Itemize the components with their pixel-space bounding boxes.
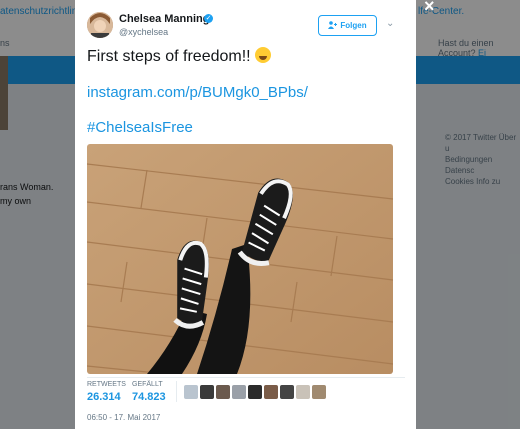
follow-label: Folgen: [340, 21, 367, 30]
liker-avatar[interactable]: [280, 385, 294, 399]
tweet-text: First steps of freedom!!: [87, 47, 271, 66]
liker-avatar[interactable]: [184, 385, 198, 399]
tweet-modal: Chelsea Manning ✓ @xychelsea Folgen ⌄ Fi…: [75, 0, 416, 429]
liker-avatar[interactable]: [296, 385, 310, 399]
stats-separator: [176, 381, 177, 402]
liker-avatar[interactable]: [264, 385, 278, 399]
follow-button[interactable]: Folgen: [318, 15, 377, 36]
tweet-photo[interactable]: [87, 144, 393, 374]
liker-avatar[interactable]: [312, 385, 326, 399]
author-handle[interactable]: @xychelsea: [119, 27, 168, 37]
avatar[interactable]: [87, 12, 113, 38]
add-user-icon: [328, 20, 338, 31]
liker-avatar[interactable]: [248, 385, 262, 399]
author-name[interactable]: Chelsea Manning: [119, 13, 209, 25]
liker-avatar[interactable]: [232, 385, 246, 399]
close-icon[interactable]: ×: [424, 0, 435, 17]
chevron-down-icon[interactable]: ⌄: [386, 18, 394, 29]
liker-avatar[interactable]: [216, 385, 230, 399]
retweets-count[interactable]: 26.314: [87, 391, 121, 403]
tweet-timestamp[interactable]: 06:50 - 17. Mai 2017: [87, 413, 160, 422]
stats-divider: [87, 377, 405, 378]
likes-label: GEFÄLLT: [132, 381, 163, 388]
liker-avatar[interactable]: [200, 385, 214, 399]
likes-count[interactable]: 74.823: [132, 391, 166, 403]
hashtag-link[interactable]: #ChelseaIsFree: [87, 119, 193, 136]
grinning-emoji: [254, 47, 271, 63]
retweets-label: RETWEETS: [87, 381, 126, 388]
instagram-link[interactable]: instagram.com/p/BUMgk0_BPbs/: [87, 84, 308, 101]
verified-badge-icon: ✓: [204, 14, 213, 23]
liker-avatars: [184, 385, 326, 399]
